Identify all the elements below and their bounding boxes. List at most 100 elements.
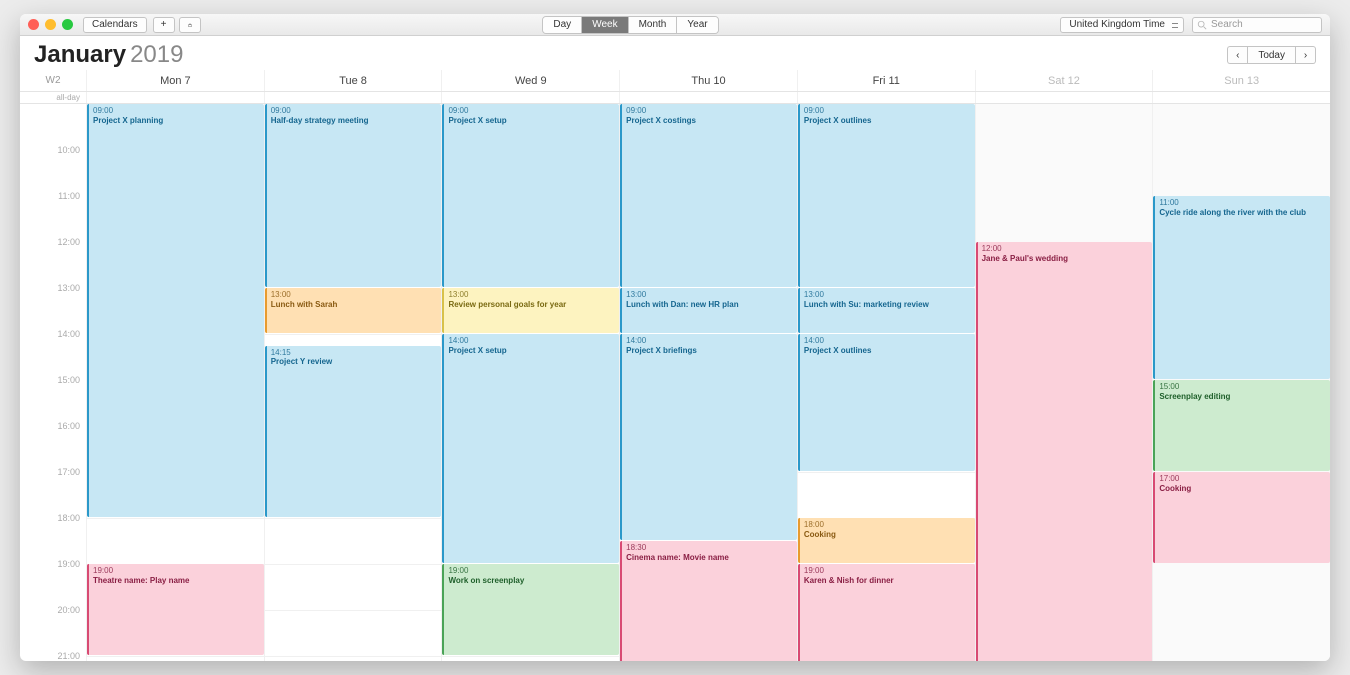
event-title: Project X briefings [626, 346, 793, 356]
time-label: 21:00 [57, 651, 80, 661]
event-title: Project X planning [93, 116, 260, 126]
day-column[interactable]: 09:00Project X planning 19:00Theatre name… [86, 104, 264, 661]
event-title: Lunch with Sarah [271, 300, 438, 310]
event-title: Work on screenplay [448, 576, 615, 586]
day-header[interactable]: Sat 12 [975, 70, 1153, 91]
event-title: Project X setup [448, 346, 615, 356]
view-day-button[interactable]: Day [543, 17, 582, 33]
event-time: 09:00 [804, 106, 971, 116]
timezone-select[interactable]: United Kingdom Time [1060, 17, 1184, 33]
time-label: 15:00 [57, 375, 80, 385]
allday-cell[interactable] [264, 92, 442, 103]
today-button[interactable]: Today [1247, 46, 1296, 64]
time-label: 14:00 [57, 329, 80, 339]
calendar-event[interactable]: 09:00Half-day strategy meeting [265, 104, 442, 287]
event-title: Screenplay editing [1159, 392, 1326, 402]
allday-label: all-day [20, 92, 86, 103]
event-title: Cooking [804, 530, 971, 540]
day-column[interactable]: 09:00Project X costings13:00Lunch with D… [619, 104, 797, 661]
calendar-event[interactable]: 19:00Theatre name: Play name [87, 564, 264, 655]
prev-week-button[interactable]: ‹ [1227, 46, 1247, 64]
time-label: 19:00 [57, 559, 80, 569]
calendar-event[interactable]: 18:00Cooking [798, 518, 975, 563]
allday-cell[interactable] [1152, 92, 1330, 103]
calendar-event[interactable]: 13:00Lunch with Dan: new HR plan [620, 288, 797, 333]
event-title: Project Y review [271, 357, 438, 367]
view-month-button[interactable]: Month [629, 17, 678, 33]
calendar-event[interactable]: 19:00Work on screenplay [442, 564, 619, 655]
day-column[interactable]: 12:00Jane & Paul's wedding [975, 104, 1153, 661]
calendar-event[interactable]: 17:00Cooking [1153, 472, 1330, 563]
time-gutter: 10:0011:0012:0013:0014:0015:0016:0017:00… [20, 104, 86, 661]
day-column[interactable]: 11:00Cycle ride along the river with the… [1152, 104, 1330, 661]
event-time: 17:00 [1159, 474, 1326, 484]
calendar-event[interactable]: 09:00Project X planning [87, 104, 264, 517]
traffic-lights [28, 19, 73, 30]
allday-cell[interactable] [86, 92, 264, 103]
event-time: 15:00 [1159, 382, 1326, 392]
add-button[interactable]: + [153, 17, 175, 33]
calendar-event[interactable]: 14:00Project X setup [442, 334, 619, 563]
calendar-event[interactable]: 11:00Cycle ride along the river with the… [1153, 196, 1330, 379]
next-week-button[interactable]: › [1296, 46, 1316, 64]
event-title: Lunch with Dan: new HR plan [626, 300, 793, 310]
view-year-button[interactable]: Year [677, 17, 717, 33]
week-grid[interactable]: 10:0011:0012:0013:0014:0015:0016:0017:00… [20, 104, 1330, 661]
day-column[interactable]: 09:00Half-day strategy meeting13:00Lunch… [264, 104, 442, 661]
allday-row: all-day [20, 92, 1330, 104]
day-header[interactable]: Fri 11 [797, 70, 975, 91]
day-header[interactable]: Tue 8 [264, 70, 442, 91]
calendar-event[interactable]: 13:00Lunch with Sarah [265, 288, 442, 333]
event-time: 13:00 [804, 290, 971, 300]
event-time: 09:00 [626, 106, 793, 116]
close-icon[interactable] [28, 19, 39, 30]
day-column[interactable]: 09:00Project X outlines13:00Lunch with S… [797, 104, 975, 661]
search-input[interactable]: Search [1192, 17, 1322, 33]
event-title: Cinema name: Movie name [626, 553, 793, 563]
calendar-event[interactable]: 14:00Project X briefings [620, 334, 797, 540]
zoom-icon[interactable] [62, 19, 73, 30]
time-label: 17:00 [57, 467, 80, 477]
calendar-event[interactable]: 12:00Jane & Paul's wedding [976, 242, 1153, 661]
event-time: 18:30 [626, 543, 793, 553]
calendar-event[interactable]: 09:00Project X setup [442, 104, 619, 287]
calendar-event[interactable]: 19:00Karen & Nish for dinner [798, 564, 975, 661]
day-header[interactable]: Mon 7 [86, 70, 264, 91]
time-label: 16:00 [57, 421, 80, 431]
allday-cell[interactable] [441, 92, 619, 103]
day-header[interactable]: Wed 9 [441, 70, 619, 91]
calendar-event[interactable]: 18:30Cinema name: Movie name [620, 541, 797, 661]
calendar-event[interactable]: 09:00Project X costings [620, 104, 797, 287]
calendar-event[interactable]: 13:00Lunch with Su: marketing review [798, 288, 975, 333]
inbox-icon [188, 20, 192, 30]
event-title: Jane & Paul's wedding [982, 254, 1149, 264]
day-header[interactable]: Sun 13 [1152, 70, 1330, 91]
day-header[interactable]: Thu 10 [619, 70, 797, 91]
event-title: Project X costings [626, 116, 793, 126]
week-nav: ‹ Today › [1227, 46, 1316, 64]
event-time: 13:00 [448, 290, 615, 300]
minimize-icon[interactable] [45, 19, 56, 30]
time-label: 13:00 [57, 283, 80, 293]
event-time: 19:00 [804, 566, 971, 576]
calendars-button[interactable]: Calendars [83, 17, 147, 33]
allday-cell[interactable] [619, 92, 797, 103]
view-segmented-control: Day Week Month Year [542, 16, 718, 34]
calendar-event[interactable]: 09:00Project X outlines [798, 104, 975, 287]
app-window: Calendars + Day Week Month Year United K… [20, 14, 1330, 661]
week-number: W2 [20, 70, 86, 91]
day-header-row: W2 Mon 7Tue 8Wed 9Thu 10Fri 11Sat 12Sun … [20, 70, 1330, 92]
event-time: 13:00 [271, 290, 438, 300]
share-button[interactable] [179, 17, 201, 33]
event-time: 09:00 [93, 106, 260, 116]
event-title: Review personal goals for year [448, 300, 615, 310]
day-column[interactable]: 09:00Project X setup13:00Review personal… [441, 104, 619, 661]
allday-cell[interactable] [797, 92, 975, 103]
calendar-event[interactable]: 14:00Project X outlines [798, 334, 975, 471]
view-week-button[interactable]: Week [582, 17, 628, 33]
event-time: 14:00 [804, 336, 971, 346]
calendar-event[interactable]: 15:00Screenplay editing [1153, 380, 1330, 471]
calendar-event[interactable]: 14:15Project Y review [265, 346, 442, 518]
allday-cell[interactable] [975, 92, 1153, 103]
calendar-event[interactable]: 13:00Review personal goals for year [442, 288, 619, 333]
